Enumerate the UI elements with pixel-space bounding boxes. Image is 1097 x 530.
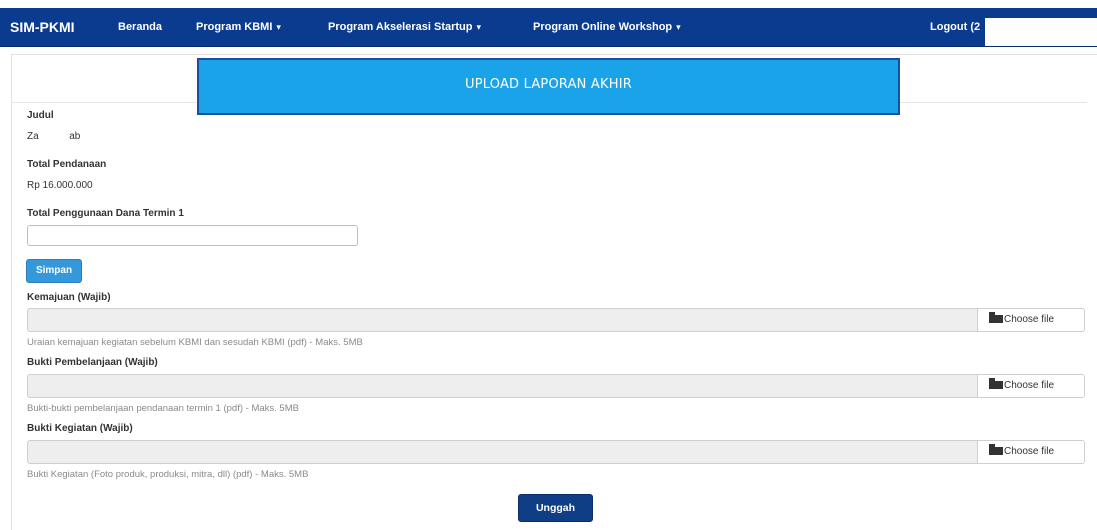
nav-program-kbmi-label: Program KBMI — [196, 21, 273, 33]
bukti-pembelanjaan-choose-file-label: Choose file — [1004, 380, 1055, 391]
nav-program-kbmi[interactable]: Program KBMI ▾ — [196, 21, 281, 33]
folder-open-icon — [989, 378, 1003, 389]
nav-program-akselerasi-startup[interactable]: Program Akselerasi Startup ▾ — [328, 21, 481, 33]
judul-value: Za ab — [27, 131, 81, 142]
judul-label: Judul — [27, 110, 54, 121]
kemajuan-file-field[interactable] — [27, 308, 978, 332]
folder-open-icon — [989, 312, 1003, 323]
bukti-kegiatan-choose-file-button[interactable]: Choose file — [977, 440, 1085, 464]
nav-beranda[interactable]: Beranda — [118, 21, 162, 33]
unggah-button[interactable]: Unggah — [518, 494, 593, 522]
logout-link[interactable]: Logout (2 — [930, 21, 980, 33]
total-penggunaan-input[interactable] — [27, 225, 358, 246]
kemajuan-choose-file-button[interactable]: Choose file — [977, 308, 1085, 332]
bukti-pembelanjaan-label: Bukti Pembelanjaan (Wajib) — [27, 357, 158, 368]
nav-program-akselerasi-label: Program Akselerasi Startup — [328, 21, 473, 33]
logout-redaction — [985, 18, 1097, 46]
brand-link[interactable]: SIM-PKMI — [10, 19, 75, 35]
bukti-pembelanjaan-choose-file-button[interactable]: Choose file — [977, 374, 1085, 398]
nav-beranda-label: Beranda — [118, 21, 163, 33]
bukti-pembelanjaan-help-text: Bukti-bukti pembelanjaan pendanaan termi… — [27, 403, 299, 414]
total-pendanaan-value: Rp 16.000.000 — [27, 180, 93, 191]
kemajuan-choose-file-label: Choose file — [1004, 314, 1055, 325]
top-strip — [0, 0, 1097, 8]
total-pendanaan-label: Total Pendanaan — [27, 159, 107, 170]
bukti-kegiatan-file-field[interactable] — [27, 440, 978, 464]
kemajuan-help-text: Uraian kemajuan kegiatan sebelum KBMI da… — [27, 337, 363, 348]
folder-open-icon — [989, 444, 1003, 455]
page-title-banner: UPLOAD LAPORAN AKHIR — [197, 58, 900, 115]
bukti-pembelanjaan-file-field[interactable] — [27, 374, 978, 398]
caret-down-icon: ▾ — [276, 22, 281, 32]
total-penggunaan-label: Total Penggunaan Dana Termin 1 — [27, 208, 184, 219]
kemajuan-label: Kemajuan (Wajib) — [27, 292, 111, 303]
simpan-button[interactable]: Simpan — [26, 259, 82, 283]
navbar: SIM-PKMI Beranda Program KBMI ▾ Program A… — [0, 8, 1097, 47]
caret-down-icon: ▾ — [476, 22, 482, 32]
nav-program-online-workshop[interactable]: Program Online Workshop ▾ — [533, 21, 681, 33]
bukti-kegiatan-label: Bukti Kegiatan (Wajib) — [27, 423, 133, 434]
caret-down-icon: ▾ — [676, 22, 681, 32]
bukti-kegiatan-choose-file-label: Choose file — [1004, 446, 1055, 457]
bukti-kegiatan-help-text: Bukti Kegiatan (Foto produk, produksi, m… — [27, 469, 309, 480]
nav-program-online-workshop-label: Program Online Workshop — [533, 21, 673, 33]
